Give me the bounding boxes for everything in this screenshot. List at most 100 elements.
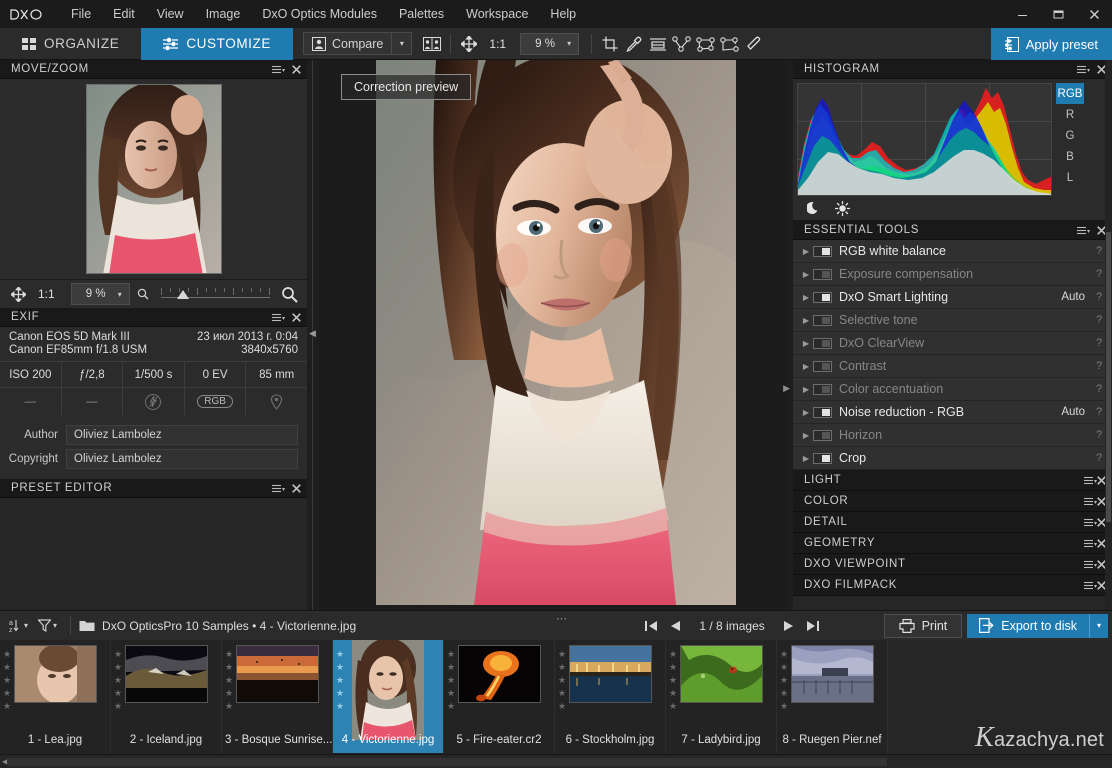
expand-triangle-icon[interactable]: ▶ xyxy=(799,270,813,279)
zoom-out-icon[interactable] xyxy=(134,282,152,306)
filmstrip-scroll-thumb[interactable] xyxy=(7,758,887,766)
expand-triangle-icon[interactable]: ▶ xyxy=(799,247,813,256)
moon-icon[interactable] xyxy=(807,201,821,215)
histogram-graph[interactable] xyxy=(797,83,1052,196)
zoom-slider[interactable] xyxy=(161,285,270,303)
panel-menu-icon[interactable] xyxy=(1084,497,1097,506)
navigator-ratio-label[interactable]: 1:1 xyxy=(32,287,61,301)
side-by-side-icon[interactable] xyxy=(420,32,444,56)
palette-geometry[interactable]: GEOMETRY xyxy=(793,533,1112,554)
export-dropdown-caret[interactable]: ▾ xyxy=(1089,614,1108,638)
filmstrip-item-3[interactable]: ★★★★★ 3 - Bosque Sunrise.... xyxy=(222,640,333,753)
tool-toggle-color-accentuation[interactable] xyxy=(813,384,832,395)
star-rating[interactable]: ★★★★★ xyxy=(225,650,233,711)
tool-row-selective-tone[interactable]: ▶ Selective tone ? xyxy=(793,309,1112,332)
sort-az-icon[interactable]: az ▾ xyxy=(4,618,33,633)
star-rating[interactable]: ★★★★★ xyxy=(3,650,11,711)
zoom-slider-handle[interactable] xyxy=(177,290,189,299)
control-line-icon[interactable] xyxy=(718,32,742,56)
panel-menu-icon[interactable] xyxy=(1084,560,1097,569)
compare-dropdown-caret[interactable]: ▾ xyxy=(392,32,412,55)
zoom-in-icon[interactable] xyxy=(279,282,299,306)
panel-menu-icon[interactable] xyxy=(1077,65,1090,74)
histogram-panel-header[interactable]: HISTOGRAM xyxy=(793,60,1112,79)
tool-toggle-noise-reduction-rgb[interactable] xyxy=(813,407,832,418)
tab-customize[interactable]: CUSTOMIZE xyxy=(141,28,293,60)
help-icon[interactable]: ? xyxy=(1094,360,1104,372)
help-icon[interactable]: ? xyxy=(1094,268,1104,280)
expand-triangle-icon[interactable]: ▶ xyxy=(799,385,813,394)
right-panel-scrollbar[interactable] xyxy=(1105,60,1112,610)
tool-toggle-selective-tone[interactable] xyxy=(813,315,832,326)
menu-file[interactable]: File xyxy=(60,3,102,25)
panel-close-icon[interactable] xyxy=(292,65,301,74)
eraser-icon[interactable] xyxy=(742,32,766,56)
exif-panel-header[interactable]: EXIF xyxy=(0,308,307,327)
movezoom-panel-header[interactable]: MOVE/ZOOM xyxy=(0,60,307,79)
menu-edit[interactable]: Edit xyxy=(102,3,146,25)
tool-row-rgb-white-balance[interactable]: ▶ RGB white balance ? xyxy=(793,240,1112,263)
help-icon[interactable]: ? xyxy=(1094,337,1104,349)
panel-menu-icon[interactable] xyxy=(272,484,285,493)
star-rating[interactable]: ★★★★★ xyxy=(336,650,344,711)
eyedropper-icon[interactable] xyxy=(622,32,646,56)
help-icon[interactable]: ? xyxy=(1094,452,1104,464)
expand-triangle-icon[interactable]: ▶ xyxy=(799,431,813,440)
breadcrumb[interactable]: DxO OpticsPro 10 Samples • 4 - Victorien… xyxy=(79,619,356,633)
tool-toggle-rgb-white-balance[interactable] xyxy=(813,246,832,257)
main-photo[interactable] xyxy=(376,60,736,605)
nav-last-button[interactable] xyxy=(806,620,819,632)
navigator-zoom-select[interactable]: 9 % ▾ xyxy=(71,283,130,305)
tool-row-horizon[interactable]: ▶ Horizon ? xyxy=(793,424,1112,447)
tool-toggle-exposure-compensation[interactable] xyxy=(813,269,832,280)
channel-g[interactable]: G xyxy=(1056,125,1084,146)
menu-image[interactable]: Image xyxy=(195,3,252,25)
movezoom-preview[interactable] xyxy=(0,79,307,279)
expand-triangle-icon[interactable]: ▶ xyxy=(799,454,813,463)
filmstrip-scrollbar[interactable]: ◀ xyxy=(0,754,1112,768)
filmstrip-item-5[interactable]: ★★★★★ 5 - Fire-eater.cr2 xyxy=(444,640,555,753)
tool-row-noise-reduction-rgb[interactable]: ▶ Noise reduction - RGB Auto ? xyxy=(793,401,1112,424)
palette-dxo-viewpoint[interactable]: DXO VIEWPOINT xyxy=(793,554,1112,575)
star-rating[interactable]: ★★★★★ xyxy=(558,650,566,711)
star-rating[interactable]: ★★★★★ xyxy=(447,650,455,711)
menu-view[interactable]: View xyxy=(146,3,195,25)
tool-toggle-horizon[interactable] xyxy=(813,430,832,441)
menu-workspace[interactable]: Workspace xyxy=(455,3,539,25)
panel-menu-icon[interactable] xyxy=(272,65,285,74)
close-icon[interactable] xyxy=(1076,0,1112,28)
control-polygon-icon[interactable] xyxy=(694,32,718,56)
panel-menu-icon[interactable] xyxy=(1084,539,1097,548)
palette-color[interactable]: COLOR xyxy=(793,491,1112,512)
collapse-left-icon[interactable]: ◀ xyxy=(308,327,317,340)
zoom-level-select[interactable]: 9 % ▾ xyxy=(520,33,579,55)
tab-organize[interactable]: ORGANIZE xyxy=(0,28,141,60)
move-icon[interactable] xyxy=(457,32,481,56)
channel-l[interactable]: L xyxy=(1056,167,1084,188)
drag-handle-dots[interactable]: ⋯ xyxy=(556,612,568,625)
star-rating[interactable]: ★★★★★ xyxy=(669,650,677,711)
help-icon[interactable]: ? xyxy=(1094,291,1104,303)
help-icon[interactable]: ? xyxy=(1094,314,1104,326)
star-rating[interactable]: ★★★★★ xyxy=(114,650,122,711)
preset-editor-panel-header[interactable]: PRESET EDITOR xyxy=(0,479,307,498)
star-rating[interactable]: ★★★★★ xyxy=(780,650,788,711)
correction-preview-button[interactable]: Correction preview xyxy=(341,74,471,100)
panel-menu-icon[interactable] xyxy=(1084,476,1097,485)
export-to-disk-button[interactable]: Export to disk xyxy=(967,614,1089,638)
channel-b[interactable]: B xyxy=(1056,146,1084,167)
help-icon[interactable]: ? xyxy=(1094,406,1104,418)
panel-menu-icon[interactable] xyxy=(1084,581,1097,590)
tool-row-color-accentuation[interactable]: ▶ Color accentuation ? xyxy=(793,378,1112,401)
filter-icon[interactable]: ▾ xyxy=(33,619,62,632)
palette-dxo-filmpack[interactable]: DXO FILMPACK xyxy=(793,575,1112,596)
help-icon[interactable]: ? xyxy=(1094,383,1104,395)
exif-copyright-field[interactable]: Copyright Oliviez Lambolez xyxy=(0,447,307,471)
tool-row-crop[interactable]: ▶ Crop ? xyxy=(793,447,1112,470)
filmstrip-item-2[interactable]: ★★★★★ 2 - Iceland.jpg xyxy=(111,640,222,753)
tool-row-dxo-smart-lighting[interactable]: ▶ DxO Smart Lighting Auto ? xyxy=(793,286,1112,309)
expand-triangle-icon[interactable]: ▶ xyxy=(799,316,813,325)
minimize-icon[interactable] xyxy=(1004,0,1040,28)
sun-icon[interactable] xyxy=(835,201,850,216)
maximize-icon[interactable] xyxy=(1040,0,1076,28)
